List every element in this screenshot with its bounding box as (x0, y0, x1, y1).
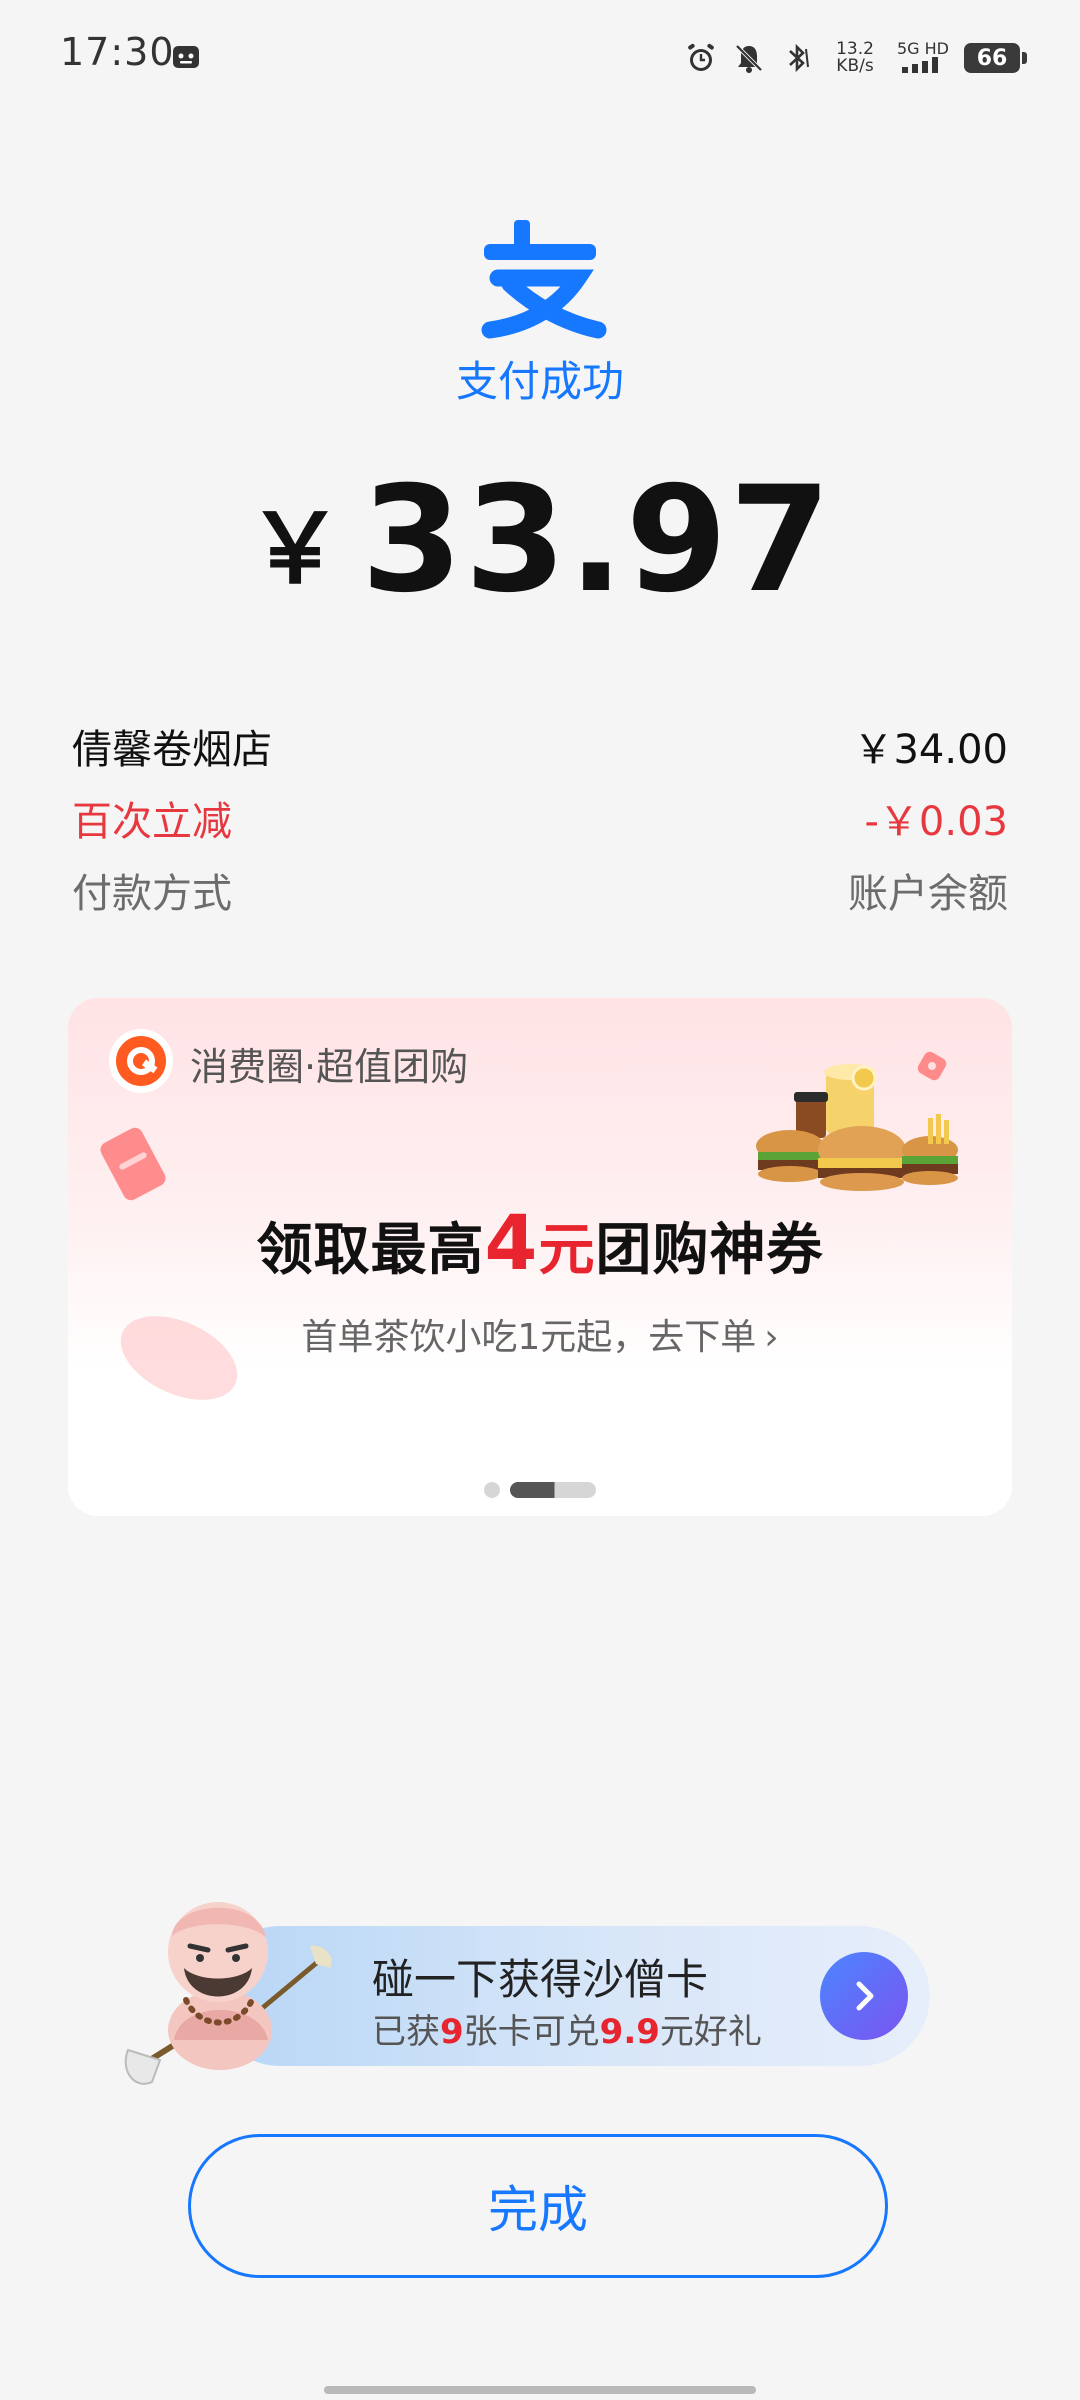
chevron-right-icon (856, 1981, 874, 2011)
consumer-circle-logo-icon (109, 1029, 173, 1093)
network-type: 5G HD (896, 38, 950, 76)
discount-label: 百次立减 (72, 799, 232, 845)
signal-icon (902, 56, 938, 73)
promo-brand: 消费圈·超值团购 (190, 1045, 469, 1089)
merchant-amount: ￥34.00 (853, 727, 1008, 773)
promo-headline-number: 4 (484, 1198, 539, 1287)
network-type-label: 5G HD (896, 38, 949, 58)
tap-banner-subtitle: 已获9张卡可兑9.9元好礼 (372, 2004, 762, 2053)
promo-headline-unit: 元 (538, 1218, 596, 1283)
mute-icon (735, 44, 763, 73)
payment-amount: ￥ 33.97 (0, 455, 1080, 625)
carousel-indicator (68, 1482, 1012, 1498)
tap-sub-amount: 9.9 (599, 2012, 660, 2052)
tap-sub-count: 9 (440, 2012, 464, 2052)
battery-indicator: 66 (964, 43, 1027, 73)
promo-subtitle-link[interactable]: 首单茶饮小吃1元起，去下单 › (68, 1308, 1012, 1360)
payment-success-title: 支付成功 (455, 357, 624, 406)
promo-headline-prefix: 领取最高 (256, 1218, 485, 1283)
food-combo-icon (756, 1064, 958, 1191)
tap-sub-suffix: 元好礼 (659, 2012, 762, 2052)
home-indicator[interactable] (324, 2386, 756, 2394)
tap-banner-title: 碰一下获得沙僧卡 (372, 1955, 709, 2004)
bluetooth-icon (789, 43, 809, 73)
chevron-right-icon: › (764, 1317, 779, 1358)
alarm-icon (688, 43, 714, 71)
merchant-row: 倩馨卷烟店 ￥34.00 (72, 718, 1008, 774)
payment-method-row: 付款方式 账户余额 (72, 862, 1008, 918)
promo-subtitle: 首单茶饮小吃1元起，去下单 (301, 1317, 757, 1358)
amount-value: 33.97 (361, 455, 833, 625)
tap-sub-prefix: 已获 (372, 2012, 440, 2052)
carousel-dot (484, 1482, 500, 1498)
status-bar: 17:30 13.2 KB/s 5G HD 66 (0, 0, 1080, 110)
promo-headline: 领取最高4元团购神券 (68, 1198, 1012, 1287)
payment-method-value: 账户余额 (848, 871, 1008, 917)
status-icons: 13.2 KB/s 5G HD 66 (684, 38, 1027, 78)
tap-sub-mid: 张卡可兑 (463, 2012, 600, 2052)
network-speed-unit: KB/s (836, 56, 874, 76)
alipay-logo (481, 220, 607, 339)
status-time: 17:30 (60, 30, 175, 74)
discount-amount: -￥0.03 (864, 799, 1009, 845)
promo-card[interactable]: 消费圈·超值团购 领取最高4元团购神券 首单茶饮小吃1元起，去下单 › (68, 998, 1012, 1516)
promo-headline-suffix: 团购神券 (595, 1218, 824, 1283)
tap-banner-arrow-button[interactable] (820, 1952, 908, 2040)
currency-symbol: ￥ (247, 493, 344, 605)
monk-mascot-icon (124, 1902, 332, 2085)
app-notification-icon (173, 46, 199, 68)
payment-method-label: 付款方式 (72, 871, 232, 917)
discount-row: 百次立减 -￥0.03 (72, 790, 1008, 846)
carousel-dot-active (510, 1482, 596, 1498)
network-speed: 13.2 KB/s (828, 41, 882, 75)
done-button[interactable]: 完成 (188, 2134, 888, 2278)
merchant-name: 倩馨卷烟店 (72, 727, 272, 773)
